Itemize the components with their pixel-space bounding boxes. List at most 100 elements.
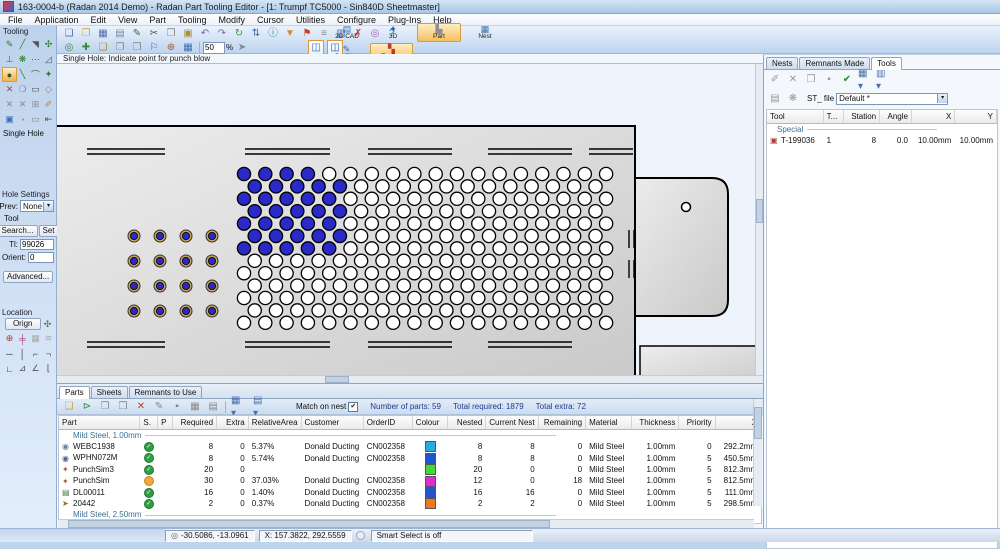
match-on-nest-checkbox[interactable]: ✔ [348,402,358,412]
hole[interactable] [376,205,389,218]
punched-hole[interactable] [291,229,304,242]
parts-column-orderid[interactable]: OrderID [363,416,412,430]
tooled-hole[interactable] [130,257,137,264]
parts-table-row[interactable]: ▤DL00011✓1601.40%Donald DuctingCN0023581… [59,487,761,498]
edit-tool-icon[interactable]: ✐ [767,72,783,87]
hole[interactable] [525,180,538,193]
hole[interactable] [408,192,421,205]
hole[interactable] [589,304,602,317]
material-group-row[interactable]: Mild Steel, 1.00mm [59,430,761,442]
hole[interactable] [450,316,463,329]
hole[interactable] [344,242,357,255]
hole[interactable] [525,279,538,292]
hole[interactable] [450,167,463,180]
hole[interactable] [429,242,442,255]
parts-column-customer[interactable]: Customer [301,416,363,430]
hole[interactable] [355,279,368,292]
hole[interactable] [248,279,261,292]
mode-button-3d[interactable]: ✦3D [371,23,415,42]
hole[interactable] [365,291,378,304]
info-icon[interactable]: ⓘ [265,26,281,41]
hole[interactable] [291,304,304,317]
canvas-horizontal-scrollbar[interactable] [57,375,763,383]
menu-modify[interactable]: Modify [212,15,251,25]
punched-hole[interactable] [333,229,346,242]
hole[interactable] [365,316,378,329]
hole[interactable] [237,291,250,304]
punched-hole[interactable] [280,167,293,180]
hole[interactable] [344,316,357,329]
snap-floor-icon[interactable]: ⌊ [41,361,56,376]
user-icon[interactable]: ⊕ [163,40,179,55]
tab-nests[interactable]: Nests [766,57,798,69]
hole[interactable] [301,267,314,280]
sheet-add-icon[interactable]: ❏ [95,40,111,55]
delete-tool-icon[interactable]: ✕ [785,72,801,87]
hole[interactable] [387,167,400,180]
parts-column-priority[interactable]: Priority [679,416,715,430]
tooled-hole[interactable] [156,307,163,314]
hole[interactable] [514,267,527,280]
hole[interactable] [461,180,474,193]
parts-horizontal-scrollbar[interactable] [58,519,754,528]
filter-icon[interactable]: ▼ [282,26,298,41]
hole[interactable] [525,254,538,267]
hole[interactable] [397,279,410,292]
view-mode-dropdown[interactable]: ▦ ▾ [230,399,246,414]
hole[interactable] [440,279,453,292]
part-canvas[interactable] [57,64,763,383]
hole[interactable] [514,242,527,255]
hole[interactable] [493,217,506,230]
hole[interactable] [568,180,581,193]
hole[interactable] [291,279,304,292]
hole[interactable] [376,304,389,317]
hole[interactable] [514,316,527,329]
tooled-hole[interactable] [156,232,163,239]
hole[interactable] [355,180,368,193]
hole[interactable] [429,167,442,180]
hole[interactable] [429,316,442,329]
hole[interactable] [514,192,527,205]
hole[interactable] [450,192,463,205]
hole[interactable] [589,254,602,267]
mode-button-nest[interactable]: ▦Nest [463,23,507,42]
hole[interactable] [237,316,250,329]
punched-hole[interactable] [301,217,314,230]
hole[interactable] [536,316,549,329]
tooled-hole[interactable] [130,282,137,289]
hole[interactable] [419,279,432,292]
hole[interactable] [429,217,442,230]
sheet-paste-icon[interactable]: ❒ [129,40,145,55]
punched-hole[interactable] [312,229,325,242]
punched-hole[interactable] [301,242,314,255]
hole[interactable] [568,229,581,242]
hole[interactable] [355,205,368,218]
hole[interactable] [419,304,432,317]
parts-column-p[interactable]: P [158,416,173,430]
zoom-go-icon[interactable]: ➤ [234,40,250,55]
hole[interactable] [365,167,378,180]
hole[interactable] [482,304,495,317]
tools-column-y[interactable]: Y [955,110,997,124]
hole[interactable] [376,254,389,267]
punched-hole[interactable] [259,217,272,230]
hole[interactable] [536,167,549,180]
menu-file[interactable]: File [2,15,29,25]
add-part-icon[interactable]: ❏ [61,399,77,414]
hole[interactable] [376,279,389,292]
punched-hole[interactable] [323,192,336,205]
hole[interactable] [429,267,442,280]
edit-part-icon[interactable]: ✎ [151,399,167,414]
up-down-icon[interactable]: ⇅ [248,26,264,41]
hole[interactable] [387,291,400,304]
hole[interactable] [440,229,453,242]
parts-column-current-nest[interactable]: Current Nest [486,416,538,430]
hole[interactable] [333,304,346,317]
hole[interactable] [461,304,474,317]
hole[interactable] [472,316,485,329]
hole[interactable] [504,254,517,267]
hole[interactable] [387,242,400,255]
hole[interactable] [312,279,325,292]
hole[interactable] [536,242,549,255]
hole[interactable] [525,229,538,242]
